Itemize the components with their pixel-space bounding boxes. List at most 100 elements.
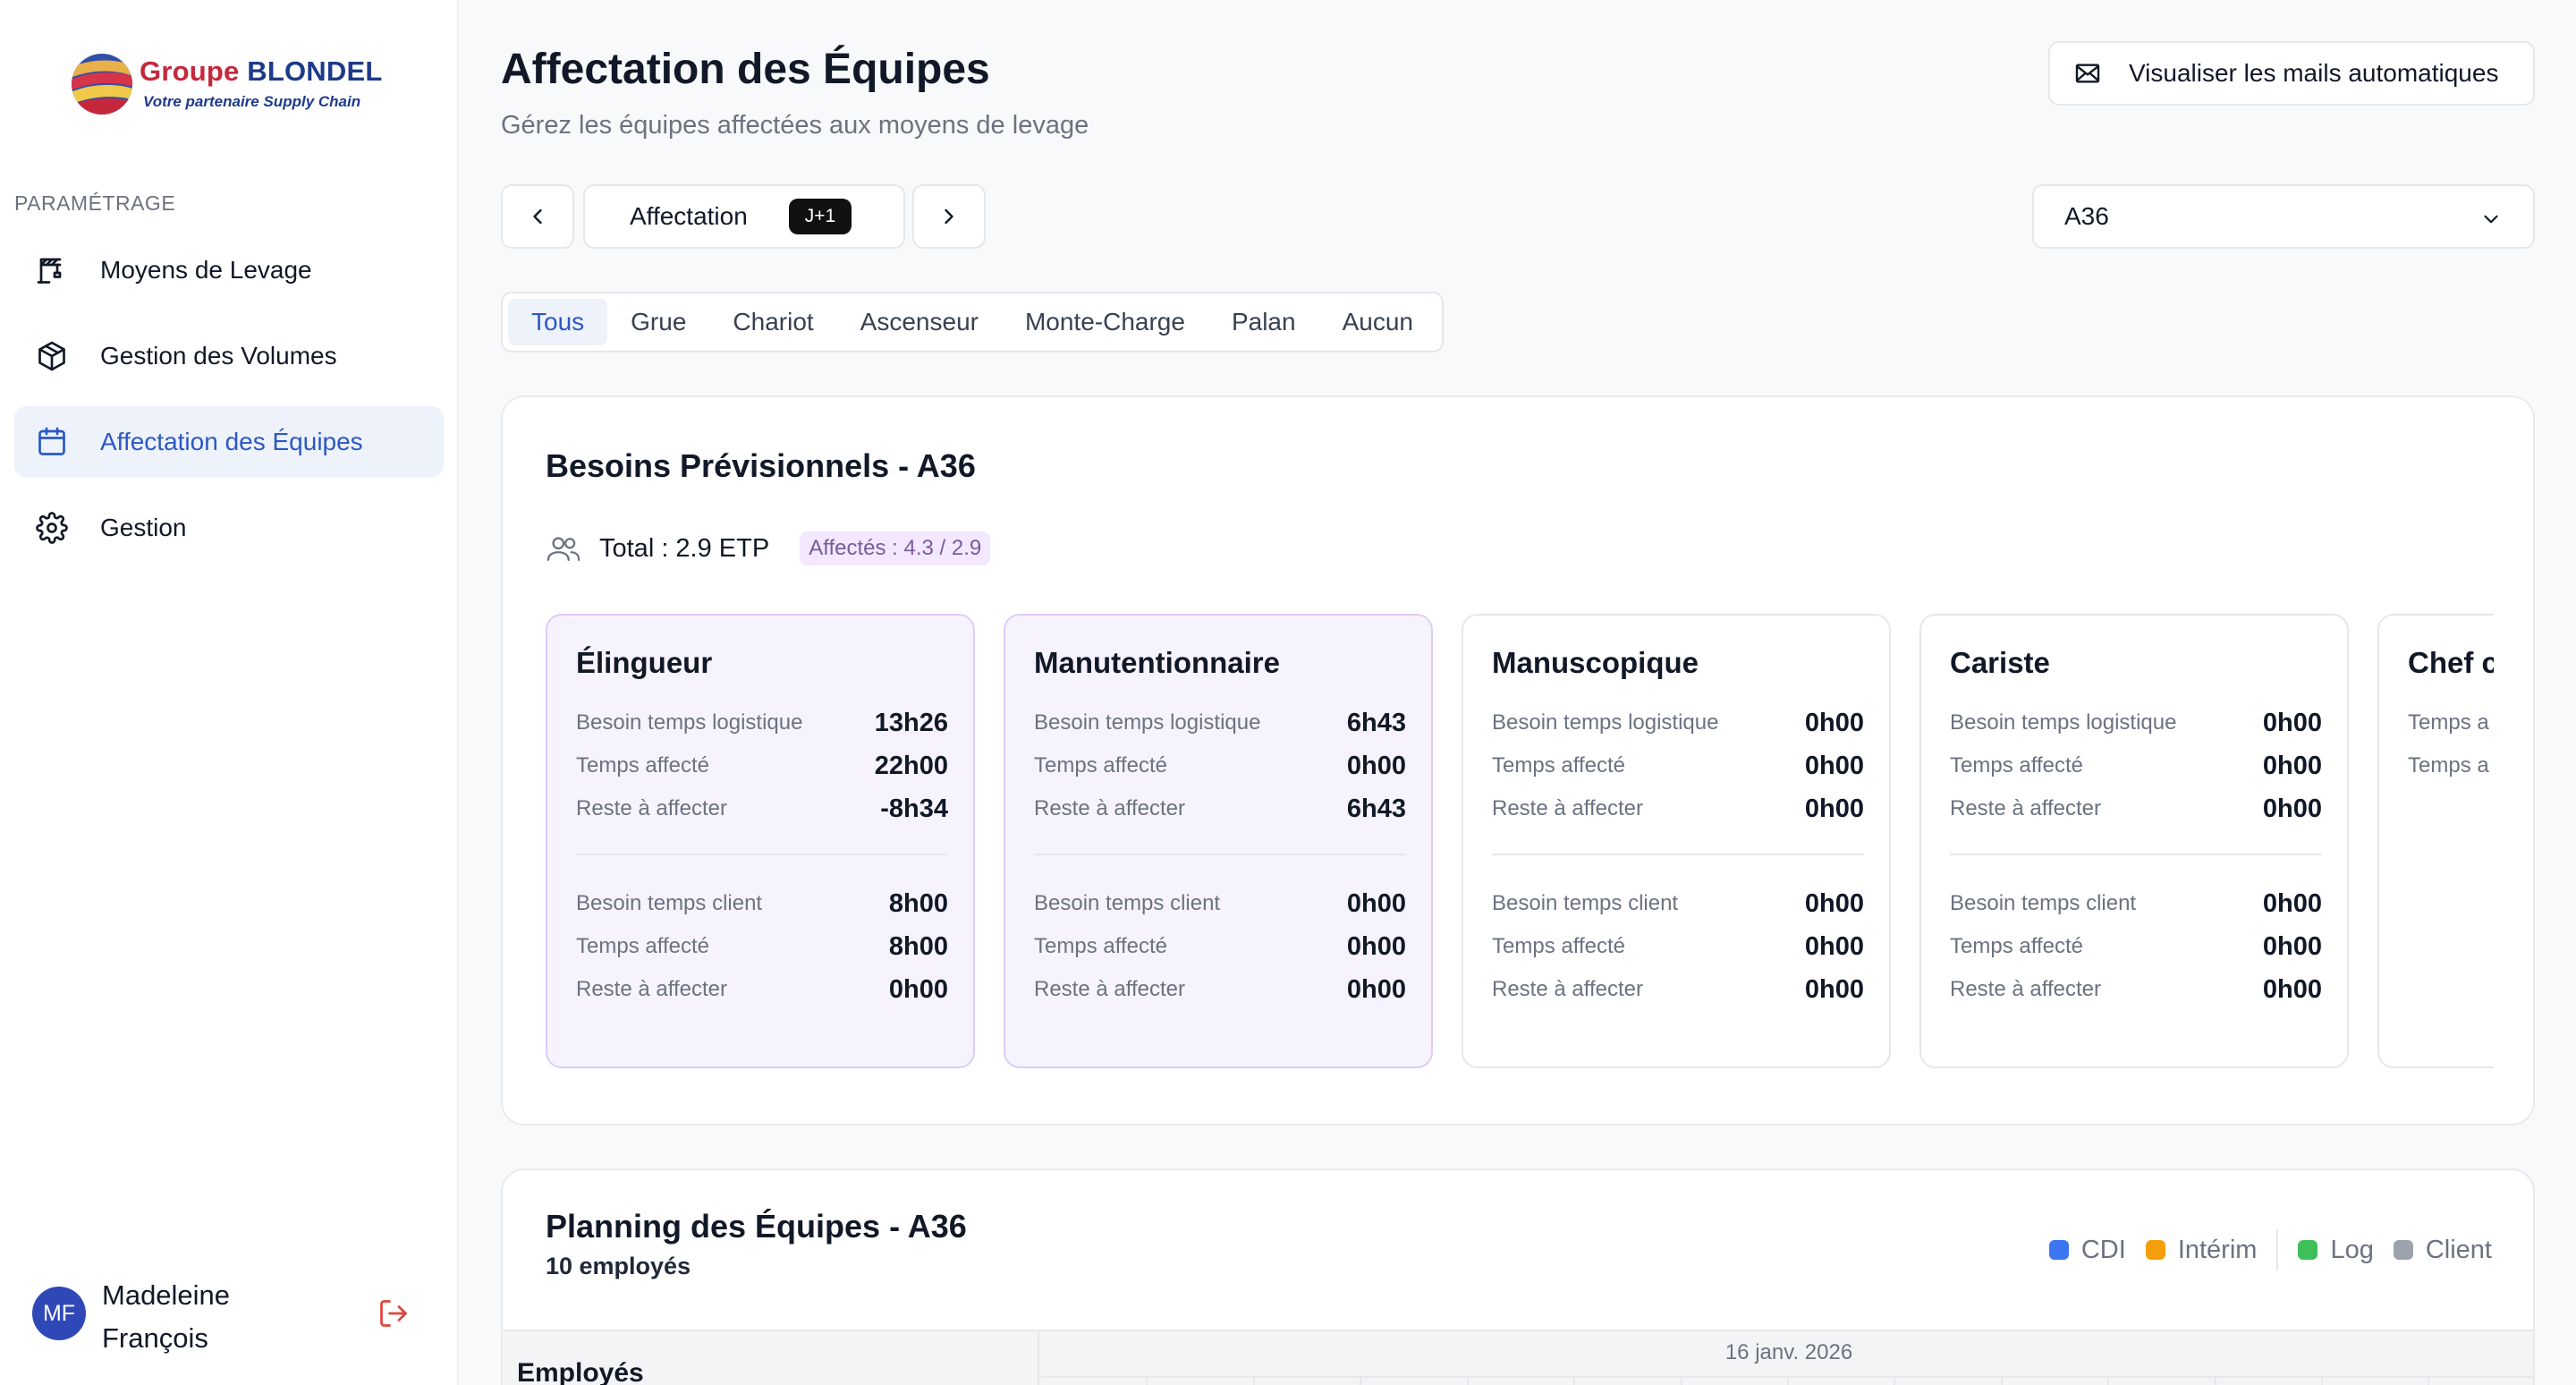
tab-aucun[interactable]: Aucun bbox=[1319, 299, 1436, 345]
time-slot bbox=[2003, 1378, 2110, 1385]
time-slot bbox=[1469, 1378, 1576, 1385]
time-slot bbox=[1682, 1378, 1789, 1385]
role-card-chef: Chef c Temps a Temps a bbox=[2377, 614, 2494, 1068]
metric-row: Reste à affecter 0h00 bbox=[1950, 974, 2322, 1004]
sidebar-section-title: PARAMÉTRAGE bbox=[14, 191, 176, 215]
metric-row: Temps a bbox=[2408, 710, 2489, 735]
avatar: MF bbox=[32, 1287, 86, 1340]
metric-row: Reste à affecter 0h00 bbox=[576, 974, 948, 1004]
tab-monte-charge[interactable]: Monte-Charge bbox=[1002, 299, 1208, 345]
metric-row: Besoin temps logistique 13h26 bbox=[576, 708, 948, 737]
sidebar-item-gestion-des-volumes[interactable]: Gestion des Volumes bbox=[14, 320, 444, 392]
logout-icon[interactable] bbox=[377, 1297, 410, 1330]
metric-row: Temps affecté 0h00 bbox=[1492, 931, 1864, 961]
day-label: Affectation bbox=[630, 202, 748, 230]
brand-logo[interactable]: Groupe BLONDEL Votre partenaire Supply C… bbox=[68, 50, 382, 122]
tab-grue[interactable]: Grue bbox=[607, 299, 709, 345]
metric-row: Reste à affecter 0h00 bbox=[1034, 974, 1406, 1004]
role-card-manutentionnaire: Manutentionnaire Besoin temps logistique… bbox=[1004, 614, 1433, 1068]
metric-row: Temps affecté 0h00 bbox=[1492, 751, 1864, 780]
tab-ascenseur[interactable]: Ascenseur bbox=[837, 299, 1002, 345]
user-name: Madeleine François bbox=[102, 1279, 231, 1354]
divider bbox=[576, 854, 948, 855]
role-name: Chef c bbox=[2408, 646, 2494, 679]
main-content: Affectation des Équipes Gérez les équipe… bbox=[458, 0, 2576, 1385]
time-slot bbox=[2216, 1378, 2324, 1385]
divider bbox=[1950, 854, 2322, 855]
planning-date: 16 janv. 2026 bbox=[1724, 1340, 1853, 1364]
divider bbox=[1034, 854, 1406, 855]
metric-row: Besoin temps logistique 0h00 bbox=[1950, 708, 2322, 737]
lifting-type-tabs: Tous Grue Chariot Ascenseur Monte-Charge… bbox=[501, 292, 1444, 353]
time-slot bbox=[2429, 1378, 2533, 1385]
legend-swatch bbox=[2298, 1240, 2318, 1260]
legend-item-interim: Intérim bbox=[2145, 1236, 2257, 1265]
role-card-manuscopique: Manuscopique Besoin temps logistique 0h00… bbox=[1462, 614, 1891, 1068]
brand-name: Groupe BLONDEL bbox=[140, 55, 383, 87]
metric-row: Reste à affecter 0h00 bbox=[1492, 794, 1864, 823]
sidebar-item-affectation-des-equipes[interactable]: Affectation des Équipes bbox=[14, 406, 444, 478]
crane-icon bbox=[34, 252, 70, 288]
tab-chariot[interactable]: Chariot bbox=[709, 299, 836, 345]
time-slot bbox=[2323, 1378, 2430, 1385]
employees-column-header: Employés bbox=[503, 1331, 1039, 1385]
legend-swatch bbox=[2048, 1240, 2069, 1260]
time-slot bbox=[1255, 1378, 1362, 1385]
metric-row: Temps affecté 22h00 bbox=[576, 751, 948, 780]
metric-row: Reste à affecter 6h43 bbox=[1034, 794, 1406, 823]
tab-palan[interactable]: Palan bbox=[1208, 299, 1319, 345]
needs-summary: Total : 2.9 ETP Affectés : 4.3 / 2.9 bbox=[546, 531, 991, 565]
divider bbox=[1492, 854, 1864, 855]
time-slot bbox=[1148, 1378, 1255, 1385]
site-select[interactable]: A36 bbox=[2032, 184, 2535, 249]
metric-row: Temps affecté 0h00 bbox=[1950, 751, 2322, 780]
chevron-left-icon bbox=[533, 208, 542, 225]
metric-row: Reste à affecter 0h00 bbox=[1950, 794, 2322, 823]
legend-item-cdi: CDI bbox=[2048, 1236, 2126, 1265]
time-slot bbox=[2109, 1378, 2216, 1385]
employees-header-label: Employés bbox=[517, 1358, 644, 1385]
metric-row: Temps a bbox=[2408, 753, 2489, 777]
metric-row: Reste à affecter 0h00 bbox=[1492, 974, 1864, 1004]
sidebar-item-gestion[interactable]: Gestion bbox=[14, 492, 444, 564]
time-slots-header bbox=[1041, 1376, 2533, 1385]
sidebar: Groupe BLONDEL Votre partenaire Supply C… bbox=[0, 0, 458, 1385]
view-auto-mails-button[interactable]: Visualiser les mails automatiques bbox=[2048, 41, 2535, 106]
day-offset-badge: J+1 bbox=[788, 199, 852, 234]
time-slot bbox=[1895, 1378, 2003, 1385]
metric-row: Besoin temps client 8h00 bbox=[576, 888, 948, 918]
globe-logo-icon bbox=[72, 54, 132, 115]
role-cards: Élingueur Besoin temps logistique 13h26 T… bbox=[546, 614, 2494, 1070]
employee-count: 10 employés bbox=[546, 1253, 691, 1279]
metric-row: Temps affecté 8h00 bbox=[576, 931, 948, 961]
legend-swatch bbox=[2393, 1240, 2413, 1260]
chevron-right-icon bbox=[945, 208, 953, 225]
app-root: Groupe BLONDEL Votre partenaire Supply C… bbox=[0, 0, 2576, 1385]
metric-row: Temps affecté 0h00 bbox=[1034, 751, 1406, 780]
user-profile: MF Madeleine François bbox=[29, 1274, 422, 1355]
role-name: Manutentionnaire bbox=[1034, 646, 1281, 679]
chevron-down-icon bbox=[2484, 215, 2498, 224]
sidebar-item-moyens-de-levage[interactable]: Moyens de Levage bbox=[14, 234, 444, 306]
sidebar-item-label: Gestion bbox=[100, 514, 187, 541]
page-title: Affectation des Équipes bbox=[501, 46, 990, 93]
users-icon bbox=[547, 537, 580, 561]
site-select-value: A36 bbox=[2064, 202, 2109, 230]
metric-row: Besoin temps logistique 6h43 bbox=[1034, 708, 1406, 737]
mail-icon bbox=[2075, 64, 2100, 83]
gear-icon bbox=[34, 510, 70, 546]
time-slot bbox=[1575, 1378, 1682, 1385]
next-day-button[interactable] bbox=[912, 184, 986, 249]
role-name: Manuscopique bbox=[1492, 646, 1699, 679]
tab-tous[interactable]: Tous bbox=[508, 299, 608, 345]
previous-day-button[interactable] bbox=[501, 184, 574, 249]
sidebar-item-label: Affectation des Équipes bbox=[100, 428, 363, 455]
sidebar-item-label: Gestion des Volumes bbox=[100, 342, 337, 370]
metric-row: Reste à affecter -8h34 bbox=[576, 794, 948, 823]
legend-swatch bbox=[2145, 1240, 2165, 1260]
planning-title: Planning des Équipes - A36 bbox=[546, 1208, 967, 1245]
mail-button-label: Visualiser les mails automatiques bbox=[2129, 59, 2499, 87]
needs-card: Besoins Prévisionnels - A36 Total : 2.9 … bbox=[501, 395, 2535, 1126]
role-card-cariste: Cariste Besoin temps logistique 0h00 Temp… bbox=[1919, 614, 2349, 1068]
metric-row: Besoin temps client 0h00 bbox=[1034, 888, 1406, 918]
